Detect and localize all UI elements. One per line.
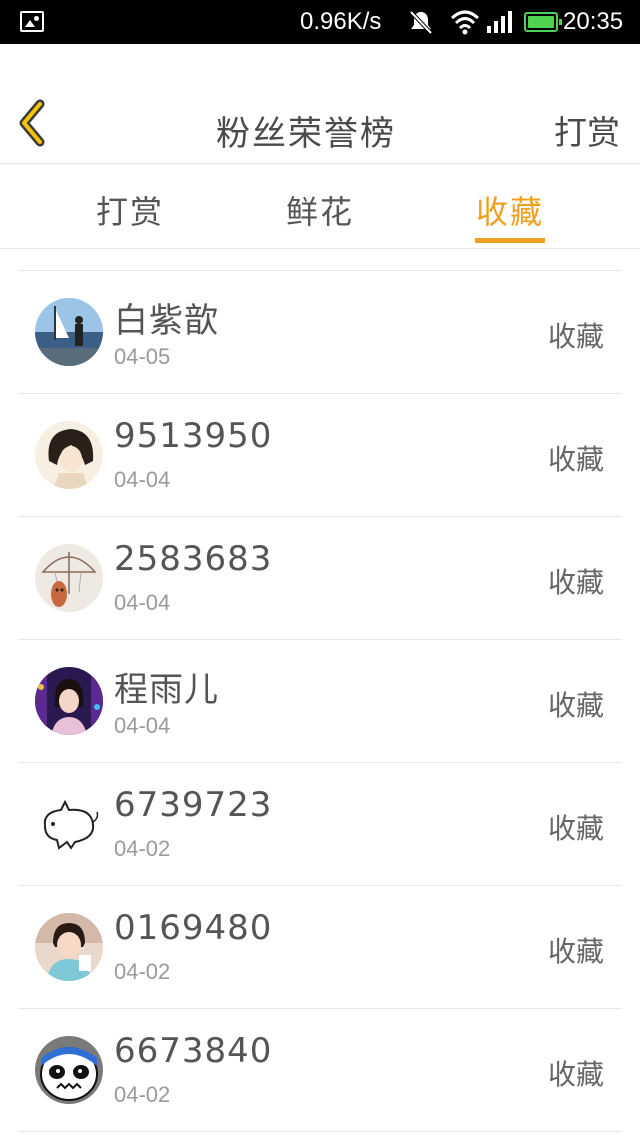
page-title: 粉丝荣誉榜: [216, 114, 396, 154]
list-item[interactable]: 2583683 04-04 收藏: [18, 517, 622, 640]
user-name: 6673840: [114, 1031, 273, 1071]
list-item[interactable]: 9513950 04-04 收藏: [18, 394, 622, 517]
date: 04-04: [114, 590, 171, 615]
tab-bar: 打赏 鲜花 收藏: [0, 165, 640, 249]
avatar: [35, 544, 103, 612]
list-item[interactable]: 6673840 04-02 收藏: [18, 1009, 622, 1132]
signal-icon: [486, 10, 516, 38]
action-label: 收藏: [547, 812, 604, 845]
action-label: 收藏: [547, 566, 604, 599]
user-name: 0169480: [114, 908, 273, 948]
active-tab-indicator: [475, 238, 545, 243]
avatar: [35, 421, 103, 489]
tab-reward[interactable]: 打赏: [60, 187, 200, 233]
list-item[interactable]: 0169480 04-02 收藏: [18, 886, 622, 1009]
user-name: 程雨儿: [114, 670, 219, 710]
reward-button[interactable]: 打赏: [554, 106, 620, 154]
date: 04-02: [114, 836, 171, 861]
action-label: 收藏: [547, 443, 604, 476]
date: 04-04: [114, 713, 171, 738]
network-speed: 0.96K/s: [300, 8, 382, 35]
avatar: [35, 1036, 103, 1104]
app-header: 粉丝荣誉榜 打赏: [0, 44, 640, 164]
list-item[interactable]: 程雨儿 04-04 收藏: [18, 640, 622, 763]
user-name: 9513950: [114, 416, 273, 456]
user-name: 6739723: [114, 785, 273, 825]
date: 04-05: [114, 344, 171, 369]
date: 04-02: [114, 959, 171, 984]
tab-flowers[interactable]: 鲜花: [250, 187, 390, 233]
wifi-icon: [450, 9, 480, 39]
status-bar: 0.96K/s 20:35: [0, 0, 640, 44]
user-name: 白紫歆: [114, 301, 219, 341]
date: 04-04: [114, 467, 171, 492]
avatar: [35, 298, 103, 366]
fan-list: 白紫歆 04-05 收藏 9513950 04-04 收藏 2583683 04…: [18, 270, 622, 1132]
avatar: [35, 667, 103, 735]
list-item[interactable]: 白紫歆 04-05 收藏: [18, 271, 622, 394]
avatar: [35, 913, 103, 981]
avatar: [35, 790, 103, 858]
action-label: 收藏: [547, 935, 604, 968]
tab-favorites[interactable]: 收藏: [440, 187, 580, 233]
user-name: 2583683: [114, 539, 273, 579]
action-label: 收藏: [547, 689, 604, 722]
mute-icon: [408, 9, 434, 39]
date: 04-02: [114, 1082, 171, 1107]
image-icon: [20, 11, 44, 32]
list-item[interactable]: 6739723 04-02 收藏: [18, 763, 622, 886]
battery-icon: [524, 12, 562, 32]
clock: 20:35: [563, 8, 624, 35]
action-label: 收藏: [547, 1058, 604, 1091]
action-label: 收藏: [547, 320, 604, 353]
